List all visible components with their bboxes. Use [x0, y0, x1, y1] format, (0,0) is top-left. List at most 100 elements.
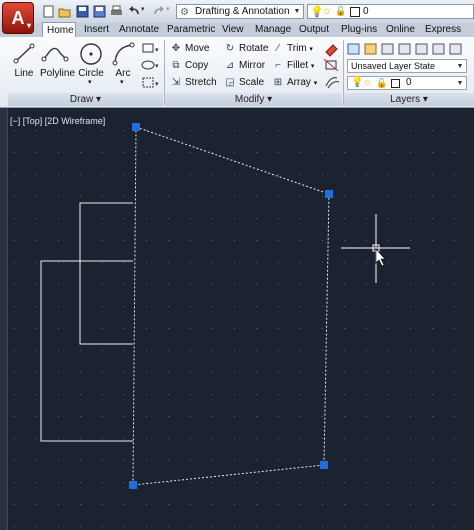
- chevron-down-icon: ▼: [456, 63, 464, 70]
- arc-icon: [112, 42, 135, 66]
- grip-bottom-left[interactable]: [129, 481, 137, 489]
- quick-access-toolbar: ▾ ▾ ⚙ Drafting & Annotation ▼ 💡 ☼ 🔓 0: [0, 0, 474, 24]
- tab-annotate[interactable]: Annotate: [119, 23, 159, 37]
- current-layer-combo[interactable]: 💡 ☼ 🔓 0 ▼: [347, 76, 467, 90]
- layer-quick-combo[interactable]: 💡 ☼ 🔓 0: [307, 4, 474, 19]
- tab-parametric[interactable]: Parametric: [167, 23, 215, 37]
- layer-properties-icon[interactable]: [347, 43, 360, 55]
- workspace-name: Drafting & Annotation: [195, 6, 290, 17]
- save-icon[interactable]: [76, 5, 89, 18]
- selected-polygon[interactable]: [132, 126, 330, 486]
- layer-name: 0: [363, 6, 369, 17]
- chevron-down-icon: ▼: [456, 80, 464, 87]
- redo-icon[interactable]: [152, 5, 165, 18]
- open-folder-icon[interactable]: [58, 5, 71, 18]
- grip-bottom-right[interactable]: [320, 461, 328, 469]
- chevron-down-icon: ▾: [267, 94, 273, 105]
- modify-small-tools: [323, 44, 340, 89]
- offset-icon[interactable]: [325, 77, 340, 89]
- fillet-icon: ⌐: [275, 60, 281, 71]
- layer-state-combo[interactable]: Unsaved Layer State ▼: [347, 59, 467, 73]
- circle-dropdown-icon[interactable]: ▾: [88, 78, 92, 86]
- arc-dropdown-icon[interactable]: ▾: [120, 78, 124, 86]
- redo-dropdown-icon[interactable]: ▾: [166, 5, 170, 13]
- polyline-tool[interactable]: Polyline: [40, 41, 75, 79]
- polyline-icon: [41, 47, 69, 62]
- grip-top-left[interactable]: [132, 123, 140, 131]
- modify-panel-title[interactable]: Modify ▾: [165, 93, 342, 106]
- save-as-icon[interactable]: [93, 5, 106, 18]
- circle-tool[interactable]: Circle ▾: [77, 41, 105, 86]
- undo-dropdown-icon[interactable]: ▾: [141, 5, 145, 13]
- trim-dropdown-icon[interactable]: ▾: [309, 46, 313, 53]
- tab-view[interactable]: View: [222, 23, 244, 37]
- lock-icon: 🔓: [335, 6, 347, 16]
- app-logo-icon: A: [11, 8, 25, 28]
- rectangle-geometry[interactable]: [40, 202, 133, 442]
- chevron-down-icon: ▾: [96, 94, 102, 105]
- layer-off-icon[interactable]: [381, 43, 394, 55]
- new-file-icon[interactable]: [42, 5, 55, 18]
- layer-tool-row: [347, 43, 462, 55]
- scale-icon: ◲: [225, 77, 235, 88]
- array-dropdown-icon[interactable]: ▾: [314, 80, 318, 87]
- mirror-tool[interactable]: ⊿ Mirror: [224, 60, 265, 72]
- tab-plug-ins[interactable]: Plug-ins: [341, 23, 377, 37]
- hatch-icon[interactable]: ▾: [141, 60, 159, 70]
- gradient-icon[interactable]: ▾: [142, 77, 159, 88]
- move-tool[interactable]: ✥ Move: [170, 43, 210, 55]
- crosshair-cursor-icon: [341, 214, 410, 283]
- app-menu-chevron-icon: ▾: [26, 21, 31, 30]
- tab-home[interactable]: Home: [42, 22, 76, 37]
- fillet-tool[interactable]: ⌐ Fillet ▾: [272, 60, 314, 73]
- viewport-controls[interactable]: [−] [Top] [2D Wireframe]: [10, 116, 105, 126]
- color-swatch-icon: [391, 79, 400, 88]
- layers-panel-title[interactable]: Layers ▾: [344, 93, 474, 106]
- trim-tool[interactable]: ⁄ Trim ▾: [272, 43, 313, 56]
- drawing-canvas[interactable]: [0, 108, 474, 530]
- tab-insert[interactable]: Insert: [84, 23, 109, 37]
- line-tool[interactable]: Line: [10, 41, 38, 79]
- chevron-down-icon: ▾: [422, 94, 428, 105]
- move-icon: ✥: [171, 43, 181, 54]
- arc-tool[interactable]: Arc ▾: [110, 41, 136, 86]
- line-tool-label: Line: [14, 68, 34, 79]
- grip-top-right[interactable]: [325, 190, 333, 198]
- array-tool[interactable]: ⊞ Array ▾: [272, 77, 317, 90]
- tab-manage[interactable]: Manage: [255, 23, 291, 37]
- stretch-tool[interactable]: ⇲ Stretch: [170, 77, 217, 89]
- tab-output[interactable]: Output: [299, 23, 329, 37]
- fillet-dropdown-icon[interactable]: ▾: [311, 63, 315, 70]
- layer-match-icon[interactable]: [432, 43, 445, 55]
- sun-icon: ☼: [363, 77, 373, 88]
- gear-icon: ⚙: [180, 7, 189, 18]
- undo-icon[interactable]: [128, 5, 141, 18]
- erase-icon[interactable]: [325, 44, 338, 57]
- ribbon-tab-bar: Home Insert Annotate Parametric View Man…: [0, 22, 474, 49]
- mirror-icon: ⊿: [225, 60, 235, 71]
- copy-icon: ⧉: [172, 60, 180, 71]
- scale-tool[interactable]: ◲ Scale: [224, 77, 264, 89]
- tab-express-tools[interactable]: Express Tools: [425, 23, 474, 49]
- explode-icon[interactable]: [323, 58, 339, 72]
- rectangle-icon[interactable]: ▾: [142, 43, 159, 54]
- layer-freeze-icon[interactable]: [398, 43, 411, 55]
- copy-tool[interactable]: ⧉ Copy: [170, 60, 208, 72]
- canvas-left-scroll-edge: [0, 108, 8, 530]
- tab-online[interactable]: Online: [386, 23, 415, 37]
- layer-isolate-icon[interactable]: [364, 43, 377, 55]
- sun-icon: ☼: [322, 5, 333, 17]
- draw-panel-title[interactable]: Draw ▾: [8, 93, 163, 106]
- svg-text:▾: ▾: [155, 63, 159, 70]
- line-icon: [13, 43, 35, 64]
- layer-walk-icon[interactable]: [449, 43, 462, 55]
- lightbulb-icon: 💡: [351, 77, 364, 88]
- layer-lock-icon[interactable]: [415, 43, 428, 55]
- application-menu-button[interactable]: A ▾: [2, 2, 34, 34]
- color-swatch-icon: [350, 7, 360, 17]
- rotate-icon: ↻: [225, 43, 235, 54]
- draw-small-tools: ▾ ▾ ▾: [141, 43, 159, 88]
- rotate-tool[interactable]: ↻ Rotate: [224, 43, 269, 55]
- workspace-selector[interactable]: ⚙ Drafting & Annotation ▼: [176, 4, 304, 19]
- plot-icon[interactable]: [110, 5, 123, 18]
